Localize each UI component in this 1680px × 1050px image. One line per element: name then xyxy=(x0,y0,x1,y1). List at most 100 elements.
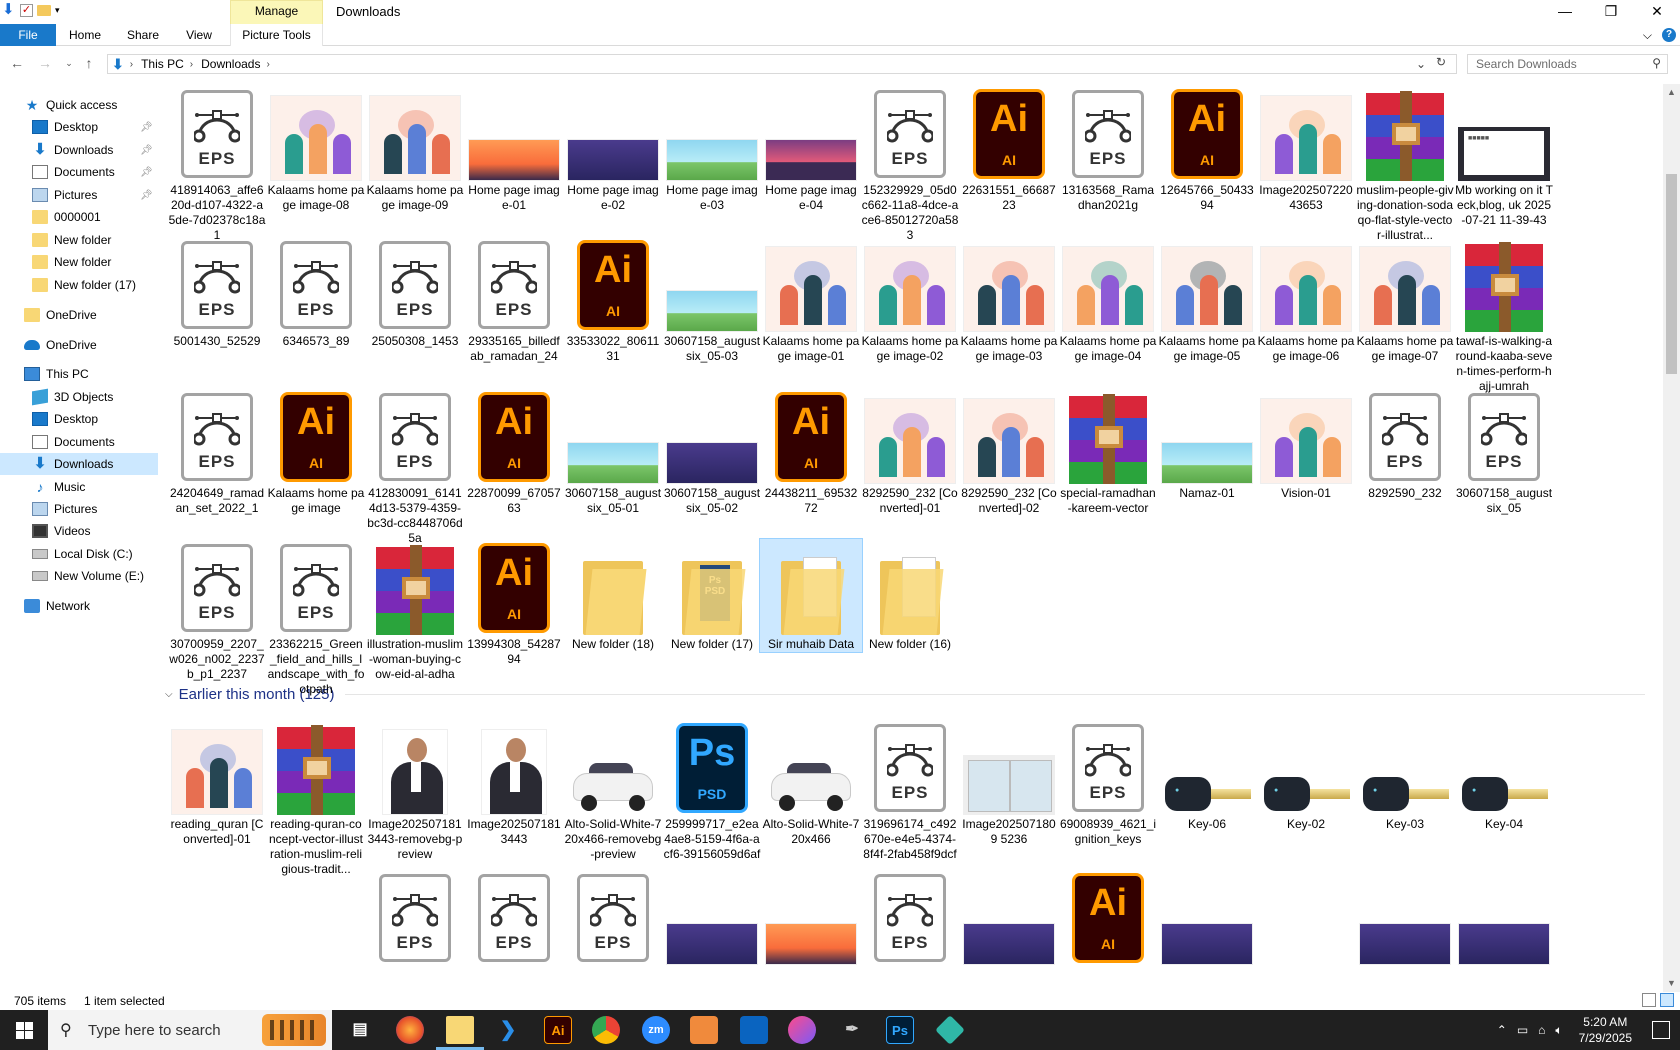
nav-item-desktop[interactable]: Desktop xyxy=(0,408,158,430)
show-hidden-icons-icon[interactable]: ⌃ xyxy=(1497,1023,1507,1037)
file-item[interactable]: Kalaams home page image-09 xyxy=(363,84,467,214)
nav-item-this-pc[interactable]: This PC xyxy=(0,363,158,385)
nav-item-network[interactable]: Network xyxy=(0,595,158,617)
file-item[interactable] xyxy=(1452,868,1556,966)
file-item[interactable]: Home page image-03 xyxy=(660,84,764,214)
file-item[interactable]: muslim-people-giving-donation-sodaqo-fla… xyxy=(1353,84,1457,244)
file-item[interactable]: Kalaams home page image-02 xyxy=(858,235,962,365)
file-item[interactable]: Kalaams home page image-07 xyxy=(1353,235,1457,365)
properties-icon[interactable]: ⬇ xyxy=(2,2,16,17)
file-item[interactable]: EPS 152329929_05d0c662-11a8-4dce-ace6-850… xyxy=(858,84,962,244)
app-diamond-icon[interactable] xyxy=(935,1015,965,1045)
folder-item[interactable]: New folder (16) xyxy=(858,538,962,653)
file-item[interactable]: 8292590_232 [Converted]-02 xyxy=(957,387,1061,517)
address-dropdown-icon[interactable]: ⌄ xyxy=(1416,57,1426,71)
file-item[interactable]: Alto-Solid-White-720x466 xyxy=(759,718,863,848)
pen-tool-icon[interactable]: ✒ xyxy=(838,1016,866,1044)
nav-item-3d-objects[interactable]: 3D Objects xyxy=(0,386,158,408)
file-item[interactable]: Home page image-02 xyxy=(561,84,665,214)
recent-locations-button[interactable]: ⌄ xyxy=(60,54,78,72)
chrome-icon[interactable] xyxy=(592,1016,620,1044)
file-item[interactable]: 30607158_augustsix_05-03 xyxy=(660,235,764,365)
nav-item-onedrive[interactable]: OneDrive xyxy=(0,334,158,356)
file-item[interactable]: EPS 319696174_c492670e-e4e5-4374-8f4f-2fa… xyxy=(858,718,962,863)
file-item[interactable]: Kalaams home page image-04 xyxy=(1056,235,1160,365)
file-item[interactable]: special-ramadhan-kareem-vector xyxy=(1056,387,1160,517)
notification-center-icon[interactable] xyxy=(1652,1021,1670,1039)
up-button[interactable]: ↑ xyxy=(80,54,98,72)
file-item[interactable]: Ai AI xyxy=(1056,868,1160,966)
file-item[interactable]: EPS 25050308_1453 xyxy=(363,235,467,350)
close-button[interactable]: ✕ xyxy=(1634,0,1680,24)
nav-item-desktop[interactable]: Desktop 📌︎ xyxy=(0,116,158,138)
nav-item-documents[interactable]: Documents xyxy=(0,431,158,453)
file-item[interactable]: EPS 69008939_4621_ignition_keys xyxy=(1056,718,1160,848)
nav-item-pictures[interactable]: Pictures xyxy=(0,498,158,520)
vertical-scrollbar[interactable]: ▲ ▼ xyxy=(1663,84,1680,992)
folder-item[interactable]: New folder (18) xyxy=(561,538,665,653)
file-item[interactable]: Ps PSD 259999717_e2ea4ae8-5159-4f6a-acf6-3… xyxy=(660,718,764,863)
file-item[interactable]: Kalaams home page image-05 xyxy=(1155,235,1259,365)
file-item[interactable]: EPS 30700959_2207_w026_n002_2237b_p1_2237 xyxy=(165,538,269,683)
file-item[interactable] xyxy=(1353,868,1457,966)
file-item[interactable]: Vision-01 xyxy=(1254,387,1358,502)
file-item[interactable] xyxy=(1155,868,1259,966)
zoom-icon[interactable]: zm xyxy=(642,1016,670,1044)
nav-item-downloads[interactable]: ⬇ Downloads 📌︎ xyxy=(0,139,158,161)
nav-item-new-folder-17[interactable]: New folder (17) xyxy=(0,274,158,296)
file-item[interactable]: EPS 30607158_augustsix_05 xyxy=(1452,387,1556,517)
tab-share[interactable]: Share xyxy=(116,24,170,46)
file-item[interactable]: Image2025071813443 xyxy=(462,718,566,848)
wifi-icon[interactable]: ⌂ xyxy=(1538,1023,1545,1037)
file-item[interactable]: Kalaams home page image-08 xyxy=(264,84,368,214)
file-item[interactable]: Home page image-04 xyxy=(759,84,863,214)
taskbar-search-box[interactable]: ⚲ Type here to search xyxy=(48,1010,332,1050)
file-item[interactable]: EPS xyxy=(561,868,665,966)
scrollbar-thumb[interactable] xyxy=(1666,174,1677,374)
nav-item-documents[interactable]: Documents 📌︎ xyxy=(0,161,158,183)
file-item[interactable]: EPS 412830091_61414d13-5379-4359-bc3d-cc8… xyxy=(363,387,467,547)
expand-ribbon-icon[interactable]: ⌵ xyxy=(1643,28,1652,43)
task-view-icon[interactable]: ▤ xyxy=(346,1016,374,1044)
group-header-earlier-this-month[interactable]: ⌵ Earlier this month (125) xyxy=(165,686,1645,703)
firefox-icon[interactable] xyxy=(396,1016,424,1044)
file-item[interactable]: ● Key-04 xyxy=(1452,718,1556,833)
breadcrumb-this-pc[interactable]: This PC xyxy=(141,57,184,71)
app-icon[interactable] xyxy=(690,1016,718,1044)
file-item[interactable]: EPS 5001430_52529 xyxy=(165,235,269,350)
file-item[interactable]: illustration-muslim-woman-buying-cow-eid… xyxy=(363,538,467,683)
help-icon[interactable]: ? xyxy=(1662,28,1676,42)
file-item[interactable]: reading_quran [Converted]-01 xyxy=(165,718,269,848)
file-item[interactable]: Kalaams home page image-06 xyxy=(1254,235,1358,365)
nav-item-new-folder[interactable]: New folder xyxy=(0,229,158,251)
file-item[interactable]: reading-quran-concept-vector-illustratio… xyxy=(264,718,368,878)
illustrator-taskbar-icon[interactable]: Ai xyxy=(544,1016,572,1044)
outlook-icon[interactable] xyxy=(740,1016,768,1044)
file-item[interactable] xyxy=(759,868,863,966)
large-icons-view-icon[interactable] xyxy=(1660,993,1674,1007)
volume-icon[interactable]: 🔈︎ xyxy=(1555,1023,1562,1038)
scroll-down-icon[interactable]: ▼ xyxy=(1663,975,1680,992)
file-item[interactable] xyxy=(957,868,1061,966)
file-item[interactable]: EPS 24204649_ramadan_set_2022_1 xyxy=(165,387,269,517)
file-item[interactable]: EPS 13163568_Ramadhan2021g xyxy=(1056,84,1160,214)
file-item[interactable]: EPS xyxy=(462,868,566,966)
back-button[interactable]: ← xyxy=(8,54,26,72)
file-item[interactable]: EPS 23362215_Green_field_and_hills_landsc… xyxy=(264,538,368,698)
tab-file[interactable]: File xyxy=(0,24,56,46)
file-item[interactable]: ● Key-02 xyxy=(1254,718,1358,833)
clock[interactable]: 5:20 AM 7/29/2025 xyxy=(1579,1014,1632,1046)
nav-item-music[interactable]: ♪ Music xyxy=(0,476,158,498)
file-item[interactable]: EPS 6346573_89 xyxy=(264,235,368,350)
nav-item-0000001[interactable]: 0000001 xyxy=(0,206,158,228)
minimize-button[interactable]: — xyxy=(1542,0,1588,24)
nav-item-onedrive[interactable]: OneDrive xyxy=(0,304,158,326)
details-view-icon[interactable] xyxy=(1642,993,1656,1007)
file-item[interactable]: Ai AI 22631551_6668723 xyxy=(957,84,1061,214)
file-item[interactable]: Kalaams home page image-01 xyxy=(759,235,863,365)
file-item[interactable]: EPS xyxy=(363,868,467,966)
file-item[interactable]: EPS 418914063_affe620d-d107-4322-a5de-7d0… xyxy=(165,84,269,244)
forward-button[interactable]: → xyxy=(36,54,54,72)
scroll-up-icon[interactable]: ▲ xyxy=(1663,84,1680,101)
file-item[interactable]: EPS 8292590_232 xyxy=(1353,387,1457,502)
